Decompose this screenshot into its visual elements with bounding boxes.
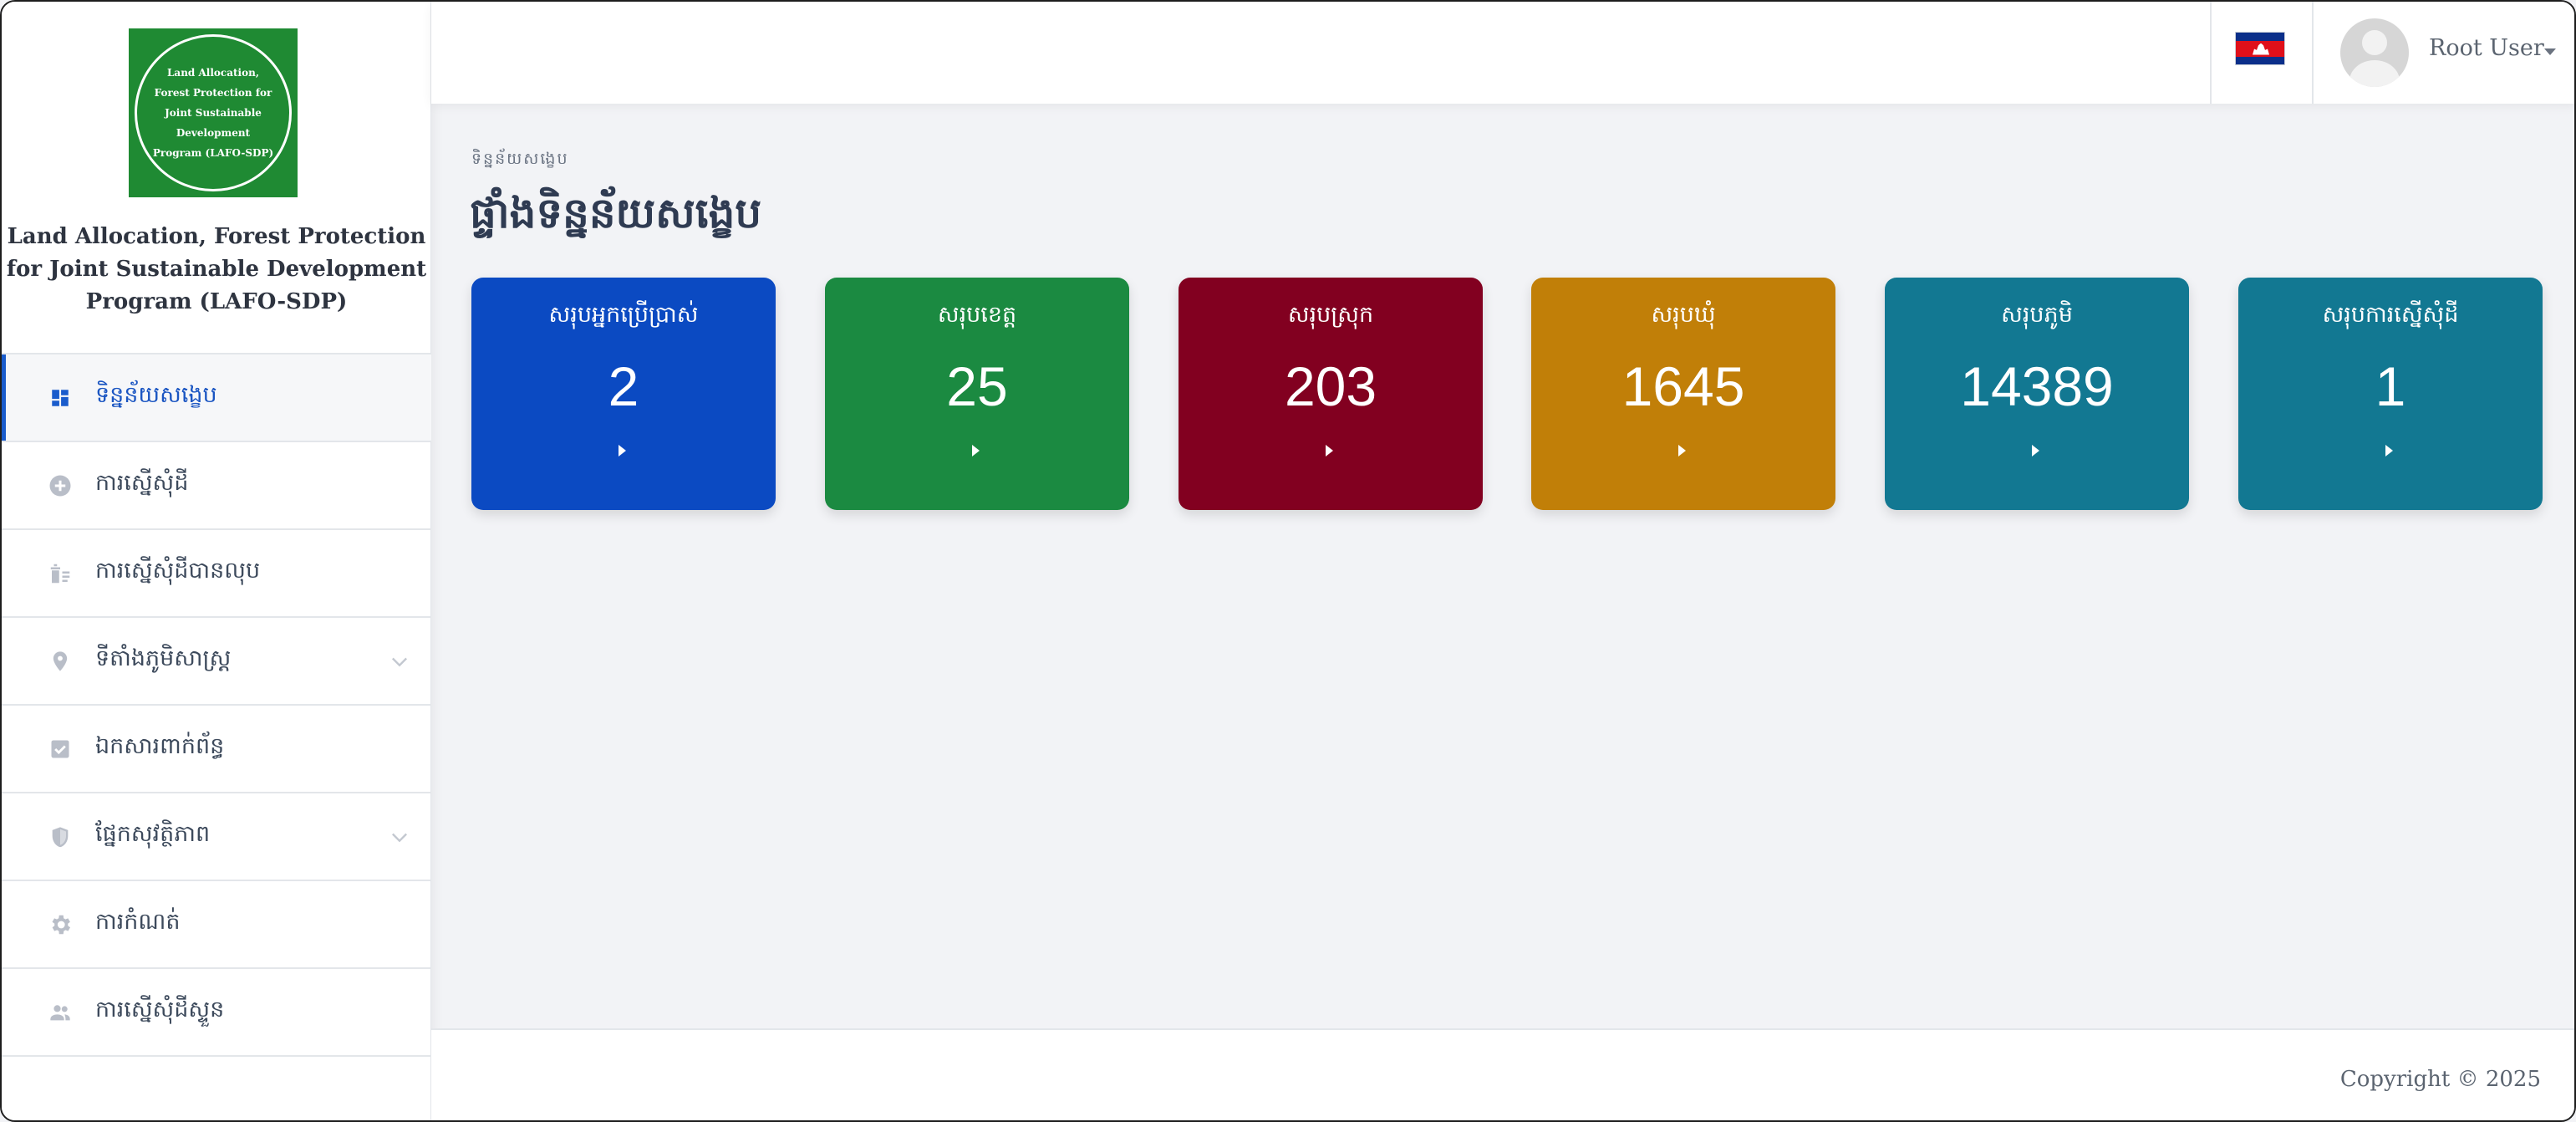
stat-card-users[interactable]: សរុបអ្នកប្រើប្រាស់ 2 <box>471 278 776 510</box>
card-title: សរុបភូមិ <box>2001 302 2073 328</box>
cambodia-flag-icon[interactable] <box>2235 32 2285 65</box>
sidebar-item-label: ទីតាំងភូមិសាស្ត្រ <box>95 645 232 671</box>
topbar-divider <box>2210 2 2212 104</box>
chevron-down-icon <box>392 657 407 667</box>
card-title: សរុបអ្នកប្រើប្រាស់ <box>548 302 699 328</box>
card-value: 203 <box>1284 355 1377 417</box>
caret-right-icon <box>619 445 626 456</box>
card-value: 1645 <box>1621 355 1745 417</box>
sidebar-item-label: ការស្នើសុំដី <box>95 470 189 496</box>
topbar-divider <box>2312 2 2314 104</box>
page-title: ផ្ទាំងទិន្នន័យសង្ខេប <box>470 188 762 237</box>
logo-text: Land Allocation, Forest Protection for J… <box>152 67 274 159</box>
caret-right-icon <box>1678 445 1686 456</box>
caret-right-icon <box>2385 445 2393 456</box>
user-name[interactable]: Root User <box>2429 35 2544 61</box>
sidebar-brand: Land Allocation, Forest Protection for J… <box>2 2 430 354</box>
dashboard-icon <box>47 385 74 411</box>
users-icon <box>47 999 74 1026</box>
sidebar-item-label: ការកំណត់ <box>95 909 181 935</box>
caret-right-icon <box>972 445 980 456</box>
gear-icon <box>47 911 74 938</box>
topbar: Root User <box>431 2 2574 104</box>
sidebar-item-label: ផ្នែកសុវត្ថិភាព <box>95 821 211 847</box>
stat-card-villages[interactable]: សរុបភូមិ 14389 <box>1885 278 2189 510</box>
card-value: 2 <box>608 355 639 417</box>
plus-circle-icon <box>47 472 74 499</box>
card-title: សរុបការស្នើសុំដី <box>2322 302 2459 328</box>
sidebar-item-land-requests[interactable]: ការស្នើសុំដី <box>2 442 431 530</box>
sidebar-item-label: ឯកសារពាក់ព័ន្ធ <box>95 733 225 759</box>
trash-list-icon <box>47 560 74 587</box>
chevron-down-icon <box>392 833 407 843</box>
card-title: សរុបខេត្ត <box>937 302 1017 328</box>
sidebar-item-settings[interactable]: ការកំណត់ <box>2 881 431 969</box>
sidebar-item-documents[interactable]: ឯកសារពាក់ព័ន្ធ <box>2 706 431 793</box>
app-window: Land Allocation, Forest Protection for J… <box>0 0 2576 1122</box>
stat-card-districts[interactable]: សរុបស្រុក 203 <box>1179 278 1483 510</box>
card-value: 25 <box>946 355 1008 417</box>
card-value: 1 <box>2375 355 2406 417</box>
sidebar-menu: ទិន្នន័យសង្ខេប ការស្នើសុំដី ការស្នើសុំដី… <box>2 354 431 1057</box>
copyright-text: Copyright © 2025 <box>2339 1067 2541 1092</box>
sidebar-item-security[interactable]: ផ្នែកសុវត្ថិភាព <box>2 793 431 881</box>
stat-card-provinces[interactable]: សរុបខេត្ត 25 <box>825 278 1129 510</box>
sidebar: Land Allocation, Forest Protection for J… <box>2 2 431 1120</box>
stat-card-land-requests[interactable]: សរុបការស្នើសុំដី 1 <box>2238 278 2543 510</box>
footer: Copyright © 2025 <box>431 1028 2574 1120</box>
breadcrumb[interactable]: ទិន្នន័យសង្ខេប <box>471 149 569 172</box>
avatar[interactable] <box>2340 18 2409 87</box>
sidebar-item-geo-location[interactable]: ទីតាំងភូមិសាស្ត្រ <box>2 618 431 706</box>
caret-right-icon <box>2032 445 2039 456</box>
caret-right-icon <box>1326 445 1333 456</box>
checkbox-icon <box>47 736 74 762</box>
card-title: សរុបស្រុក <box>1287 302 1374 328</box>
sidebar-item-duplicate-requests[interactable]: ការស្នើសុំដីស្ទួន <box>2 969 431 1057</box>
sidebar-item-dashboard[interactable]: ទិន្នន័យសង្ខេប <box>2 354 431 442</box>
card-title: សរុបឃុំ <box>1651 302 1716 328</box>
sidebar-item-deleted-requests[interactable]: ការស្នើសុំដីបានលុប <box>2 530 431 618</box>
sidebar-item-label: ការស្នើសុំដីស្ទួន <box>95 997 225 1023</box>
map-pin-icon <box>47 648 74 675</box>
logo-ring: Land Allocation, Forest Protection for J… <box>135 34 292 191</box>
brand-title: Land Allocation, Forest Protection for J… <box>6 224 427 314</box>
caret-down-icon[interactable] <box>2544 48 2556 55</box>
card-value: 14389 <box>1960 355 2114 417</box>
stat-card-communes[interactable]: សរុបឃុំ 1645 <box>1531 278 1835 510</box>
sidebar-item-label: ទិន្នន័យសង្ខេប <box>95 382 217 408</box>
shield-icon <box>47 824 74 850</box>
sidebar-item-label: ការស្នើសុំដីបានលុប <box>95 558 261 584</box>
logo[interactable]: Land Allocation, Forest Protection for J… <box>129 28 298 197</box>
